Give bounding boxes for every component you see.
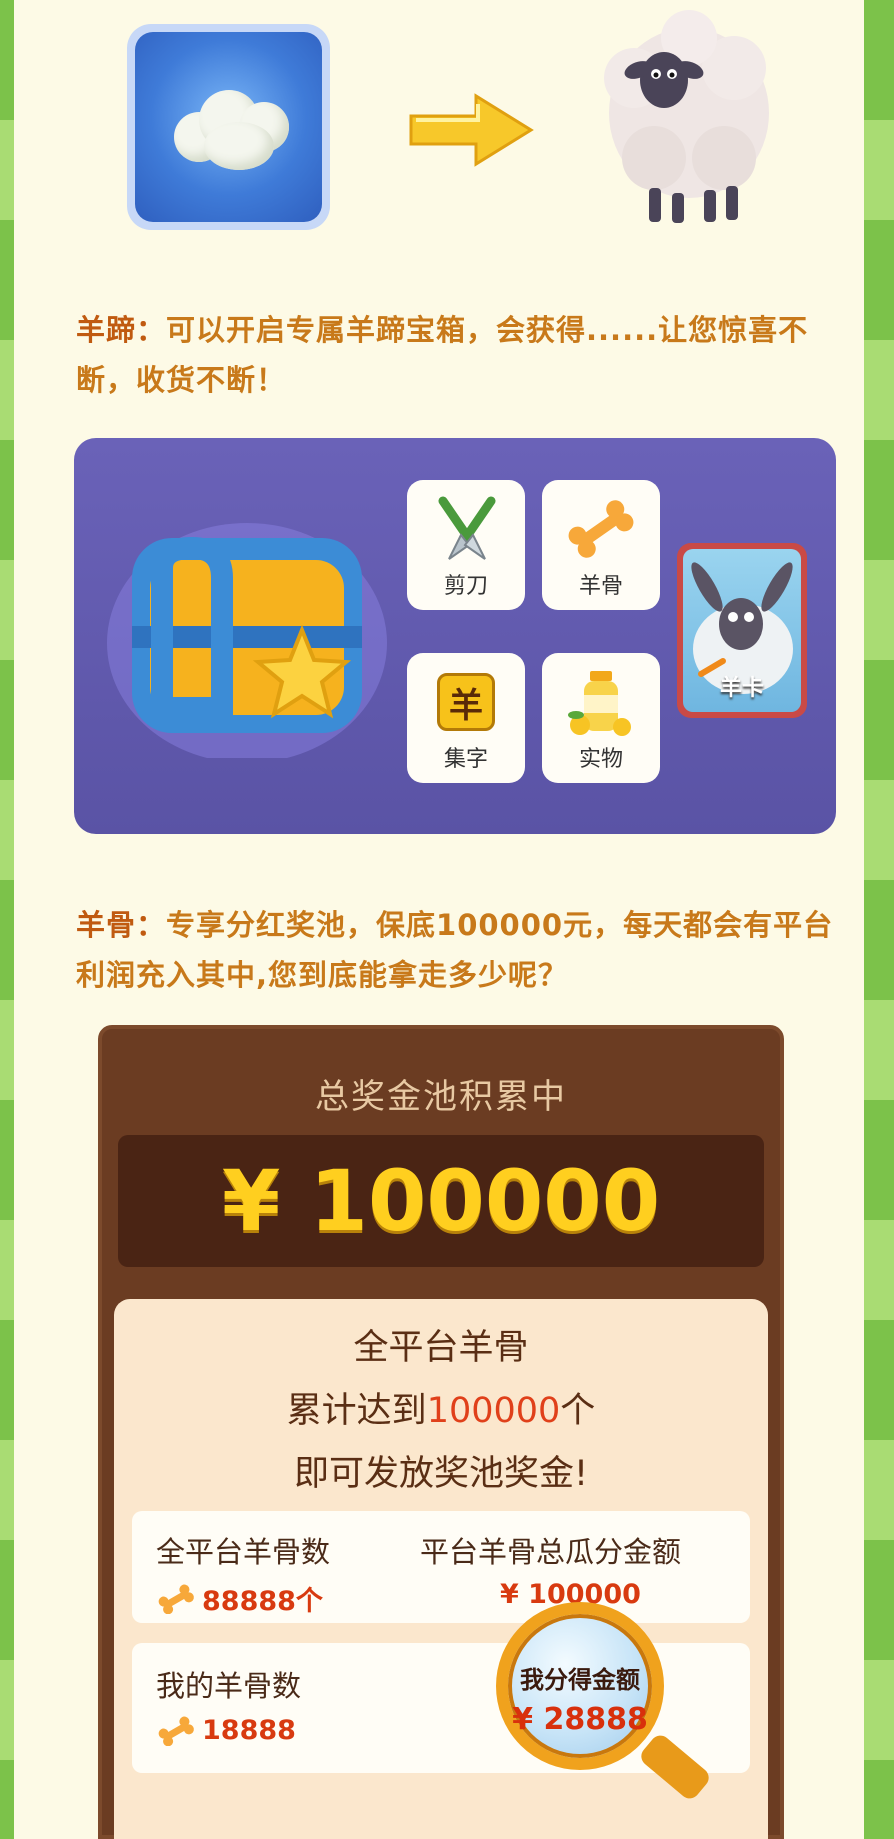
my-bones-value: 18888 [156, 1715, 296, 1746]
platform-bones-value: 88888个 [156, 1579, 323, 1618]
rule-target-number: 100000 [426, 1391, 561, 1431]
character-glyph: 羊 [437, 673, 495, 731]
treasure-chest-icon [107, 523, 387, 758]
hoof-desc-body: 可以开启专属羊蹄宝箱，会获得......让您惊喜不断，收货不断！ [76, 313, 809, 397]
my-share-label: 我分得金额 [520, 1666, 640, 1694]
hoof-desc-head: 羊蹄： [76, 313, 167, 347]
my-bones-label: 我的羊骨数 [156, 1669, 302, 1703]
bone-desc-head: 羊骨： [76, 908, 167, 942]
prize-pool-panel: 总奖金池积累中 ¥ 100000 全平台羊骨 累计达到100000个 即可发放奖… [98, 1025, 784, 1839]
bone-desc-body: 专享分红奖池，保底100000元，每天都会有平台利润充入其中,您到底能拿走多少呢… [76, 908, 834, 992]
bone-icon [158, 1584, 194, 1614]
bone-description: 羊骨：专享分红奖池，保底100000元，每天都会有平台利润充入其中,您到底能拿走… [76, 900, 856, 1000]
hoof-description: 羊蹄：可以开启专属羊蹄宝箱，会获得......让您惊喜不断，收货不断！ [76, 305, 856, 405]
rule-line-3: 即可发放奖池奖金! [293, 1454, 589, 1494]
sheep-icon [604, 10, 769, 223]
platform-bones-label: 全平台羊骨数 [156, 1535, 331, 1569]
reward-goods-label: 实物 [578, 747, 623, 772]
platform-stats-card: 全平台羊骨数 88888个 平台羊骨总瓜分金额 ¥ 100000 [132, 1511, 750, 1623]
reward-character-label: 集字 [443, 747, 488, 772]
left-grass-border [0, 0, 14, 1839]
reward-bone-label: 羊骨 [578, 574, 623, 599]
arrow-right-icon [409, 93, 534, 167]
scissors-icon [426, 494, 506, 564]
wool-cloud-icon [164, 82, 294, 172]
reward-sheep-card-label: 羊卡 [719, 676, 764, 701]
rule-line-2: 累计达到100000个 [286, 1391, 596, 1431]
pool-title: 总奖金池积累中 [315, 1077, 567, 1117]
my-share-value: ¥ 28888 [512, 1702, 648, 1737]
bone-icon [561, 494, 641, 564]
juice-bottle-icon [561, 667, 641, 737]
magnifier-my-share[interactable]: 我分得金额 ¥ 28888 [496, 1602, 664, 1770]
reward-scissors[interactable]: 剪刀 [407, 480, 525, 610]
reward-sheep-card[interactable]: 羊卡 [677, 543, 807, 718]
wool-card [127, 24, 330, 230]
reward-goods[interactable]: 实物 [542, 653, 660, 783]
pool-rule-text: 全平台羊骨 累计达到100000个 即可发放奖池奖金! [114, 1317, 768, 1506]
right-grass-border [864, 0, 894, 1839]
character-tile-icon: 羊 [426, 667, 506, 737]
pool-amount: ¥ 100000 [118, 1135, 764, 1267]
reward-character[interactable]: 羊 集字 [407, 653, 525, 783]
hoof-chest-panel: 剪刀 羊骨 羊 集字 实物 羊卡 [74, 438, 836, 834]
reward-scissors-label: 剪刀 [443, 574, 488, 599]
reward-bone[interactable]: 羊骨 [542, 480, 660, 610]
platform-total-label: 平台羊骨总瓜分金额 [420, 1535, 682, 1569]
rule-line-1: 全平台羊骨 [353, 1328, 529, 1368]
bone-icon [158, 1716, 194, 1746]
